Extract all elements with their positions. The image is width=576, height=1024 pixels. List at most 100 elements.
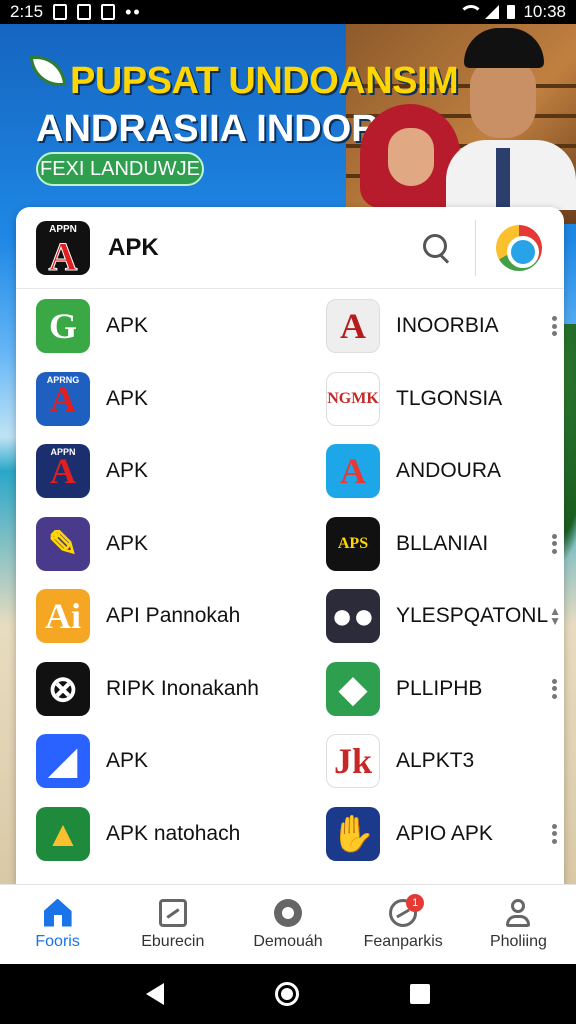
- promo-button[interactable]: FEXI LANDUWJE: [36, 152, 204, 186]
- app-item[interactable]: ✋ APIO APK: [326, 806, 562, 862]
- app-icon[interactable]: Jk: [326, 734, 380, 788]
- wifi-icon: [459, 5, 484, 19]
- app-icon-glyph: A: [50, 378, 76, 419]
- nav-label: Demouáh: [253, 932, 323, 950]
- app-label: APIO APK: [396, 821, 493, 845]
- more-vert-icon[interactable]: [546, 314, 562, 338]
- app-item[interactable]: Ai API Pannokah: [36, 588, 306, 644]
- app-item[interactable]: ✎ APK: [36, 516, 306, 572]
- featured-icon: 1: [389, 893, 425, 927]
- app-row: APPN A APK A ANDOURA: [16, 435, 564, 507]
- more-vert-icon[interactable]: [546, 532, 562, 556]
- app-item[interactable]: NGMK TLGONSIA: [326, 371, 562, 427]
- recents-icon[interactable]: [410, 984, 431, 1004]
- notification-icon: [77, 4, 92, 20]
- app-row: ✎ APK APS BLLANIAI: [16, 508, 564, 580]
- app-label: PLLIPHB: [396, 676, 483, 700]
- app-icon[interactable]: A: [326, 299, 380, 353]
- app-label: APK: [106, 749, 149, 772]
- profile-icon: [504, 898, 532, 927]
- notification-icon: [101, 4, 116, 20]
- app-icon[interactable]: ◢: [36, 734, 90, 788]
- app-item[interactable]: ▲ APK natohach: [36, 806, 306, 862]
- app-list-card: APPN A APK G APK A INOORBIA APRNG A APK NGMK TLG…: [16, 207, 564, 884]
- app-item[interactable]: A ANDOURA: [326, 443, 562, 499]
- app-item[interactable]: A INOORBIA: [326, 298, 562, 354]
- app-icon[interactable]: ⊗: [36, 661, 90, 716]
- app-label: YLESPQATONL: [396, 604, 549, 627]
- app-item[interactable]: APPN A APK: [36, 443, 306, 499]
- nav-label: Eburecin: [141, 932, 205, 950]
- system-nav-bar: [0, 964, 576, 1024]
- app-item[interactable]: Jk ALPKT3: [326, 733, 562, 789]
- signal-icon: [485, 5, 500, 19]
- app-icon-glyph: A: [50, 451, 76, 491]
- app-icon-glyph: Ai: [45, 596, 81, 636]
- app-icon-glyph: ⊗: [47, 668, 79, 709]
- app-item[interactable]: G APK: [36, 298, 306, 354]
- promo-title: PUPSAT UNDOANSIM: [70, 60, 459, 102]
- nav-item[interactable]: Pholiing: [461, 885, 576, 964]
- app-icon[interactable]: ◆: [326, 661, 380, 716]
- app-icon-glyph: A: [340, 306, 366, 346]
- app-label: APK: [106, 314, 149, 337]
- more-vert-icon[interactable]: [546, 677, 562, 701]
- app-label: TLGONSIA: [396, 386, 503, 410]
- browser-icon[interactable]: [496, 224, 542, 271]
- app-icon-caption: APPN: [50, 447, 76, 457]
- app-icon-glyph: ◆: [339, 668, 367, 709]
- app-icon[interactable]: A: [326, 444, 380, 498]
- app-item[interactable]: ◆ PLLIPHB: [326, 661, 562, 717]
- sort-arrows-icon[interactable]: ▲ ▼: [548, 605, 562, 627]
- app-label: ALPKT3: [396, 749, 475, 772]
- nav-item[interactable]: 1 Feanparkis: [346, 885, 461, 964]
- home-circle-icon[interactable]: [274, 982, 299, 1006]
- status-time-right: 10:38: [523, 2, 566, 21]
- app-item[interactable]: ●● YLESPQATONL ▲ ▼: [326, 588, 562, 644]
- app-item[interactable]: ⊗ RIPK Inonakanh: [36, 661, 306, 717]
- app-icon-caption: APRNG: [46, 374, 80, 385]
- app-icon-glyph: ▲: [45, 813, 81, 854]
- app-icon[interactable]: APPN A: [36, 444, 90, 498]
- app-row: G APK A INOORBIA: [16, 290, 564, 362]
- app-icon-glyph: G: [48, 306, 77, 346]
- app-icon[interactable]: ▲: [36, 806, 90, 861]
- woman-image: [360, 104, 460, 208]
- app-icon[interactable]: APRNG A: [36, 371, 90, 426]
- app-icon-glyph: ●●: [331, 596, 375, 636]
- nav-item[interactable]: Eburecin: [115, 885, 230, 964]
- box-icon: [158, 898, 187, 927]
- home-icon: [43, 898, 72, 927]
- app-item[interactable]: ◢ APK: [36, 733, 306, 789]
- app-label: RIPK Inonakanh: [106, 676, 259, 700]
- man-image: [446, 28, 576, 210]
- bottom-nav: Fooris Eburecin Demouáh 1 Feanparkis Pholiing: [0, 884, 576, 964]
- status-bar: 2:15 •• 10:38: [0, 0, 576, 24]
- page-title: APK: [108, 233, 159, 261]
- app-icon[interactable]: ●●: [326, 589, 380, 643]
- nav-item[interactable]: Fooris: [0, 885, 115, 964]
- app-icon[interactable]: G: [36, 299, 90, 353]
- app-icon[interactable]: APS: [326, 516, 380, 571]
- notification-badge: 1: [406, 893, 425, 912]
- app-label: APK: [106, 459, 149, 482]
- back-icon[interactable]: [145, 983, 164, 1005]
- app-label: APK: [106, 531, 149, 555]
- app-logo[interactable]: APPN A: [36, 220, 90, 275]
- app-icon[interactable]: NGMK: [326, 371, 380, 426]
- divider: [475, 219, 476, 276]
- app-icon[interactable]: ✎: [36, 516, 90, 571]
- more-vert-icon[interactable]: [546, 822, 562, 846]
- app-item[interactable]: APRNG A APK: [36, 371, 306, 427]
- app-icon-glyph: NGMK: [327, 389, 379, 407]
- app-label: BLLANIAI: [396, 531, 489, 555]
- app-icon[interactable]: ✋: [326, 806, 380, 861]
- app-icon[interactable]: Ai: [36, 589, 90, 643]
- nav-item[interactable]: Demouáh: [230, 885, 345, 964]
- app-icon-glyph: ✋: [330, 813, 376, 854]
- nav-label: Fooris: [35, 932, 80, 950]
- app-icon-glyph: ◢: [49, 741, 77, 781]
- search-icon[interactable]: [417, 228, 457, 268]
- app-item[interactable]: APS BLLANIAI: [326, 516, 562, 572]
- card-header: APPN A APK: [16, 207, 564, 289]
